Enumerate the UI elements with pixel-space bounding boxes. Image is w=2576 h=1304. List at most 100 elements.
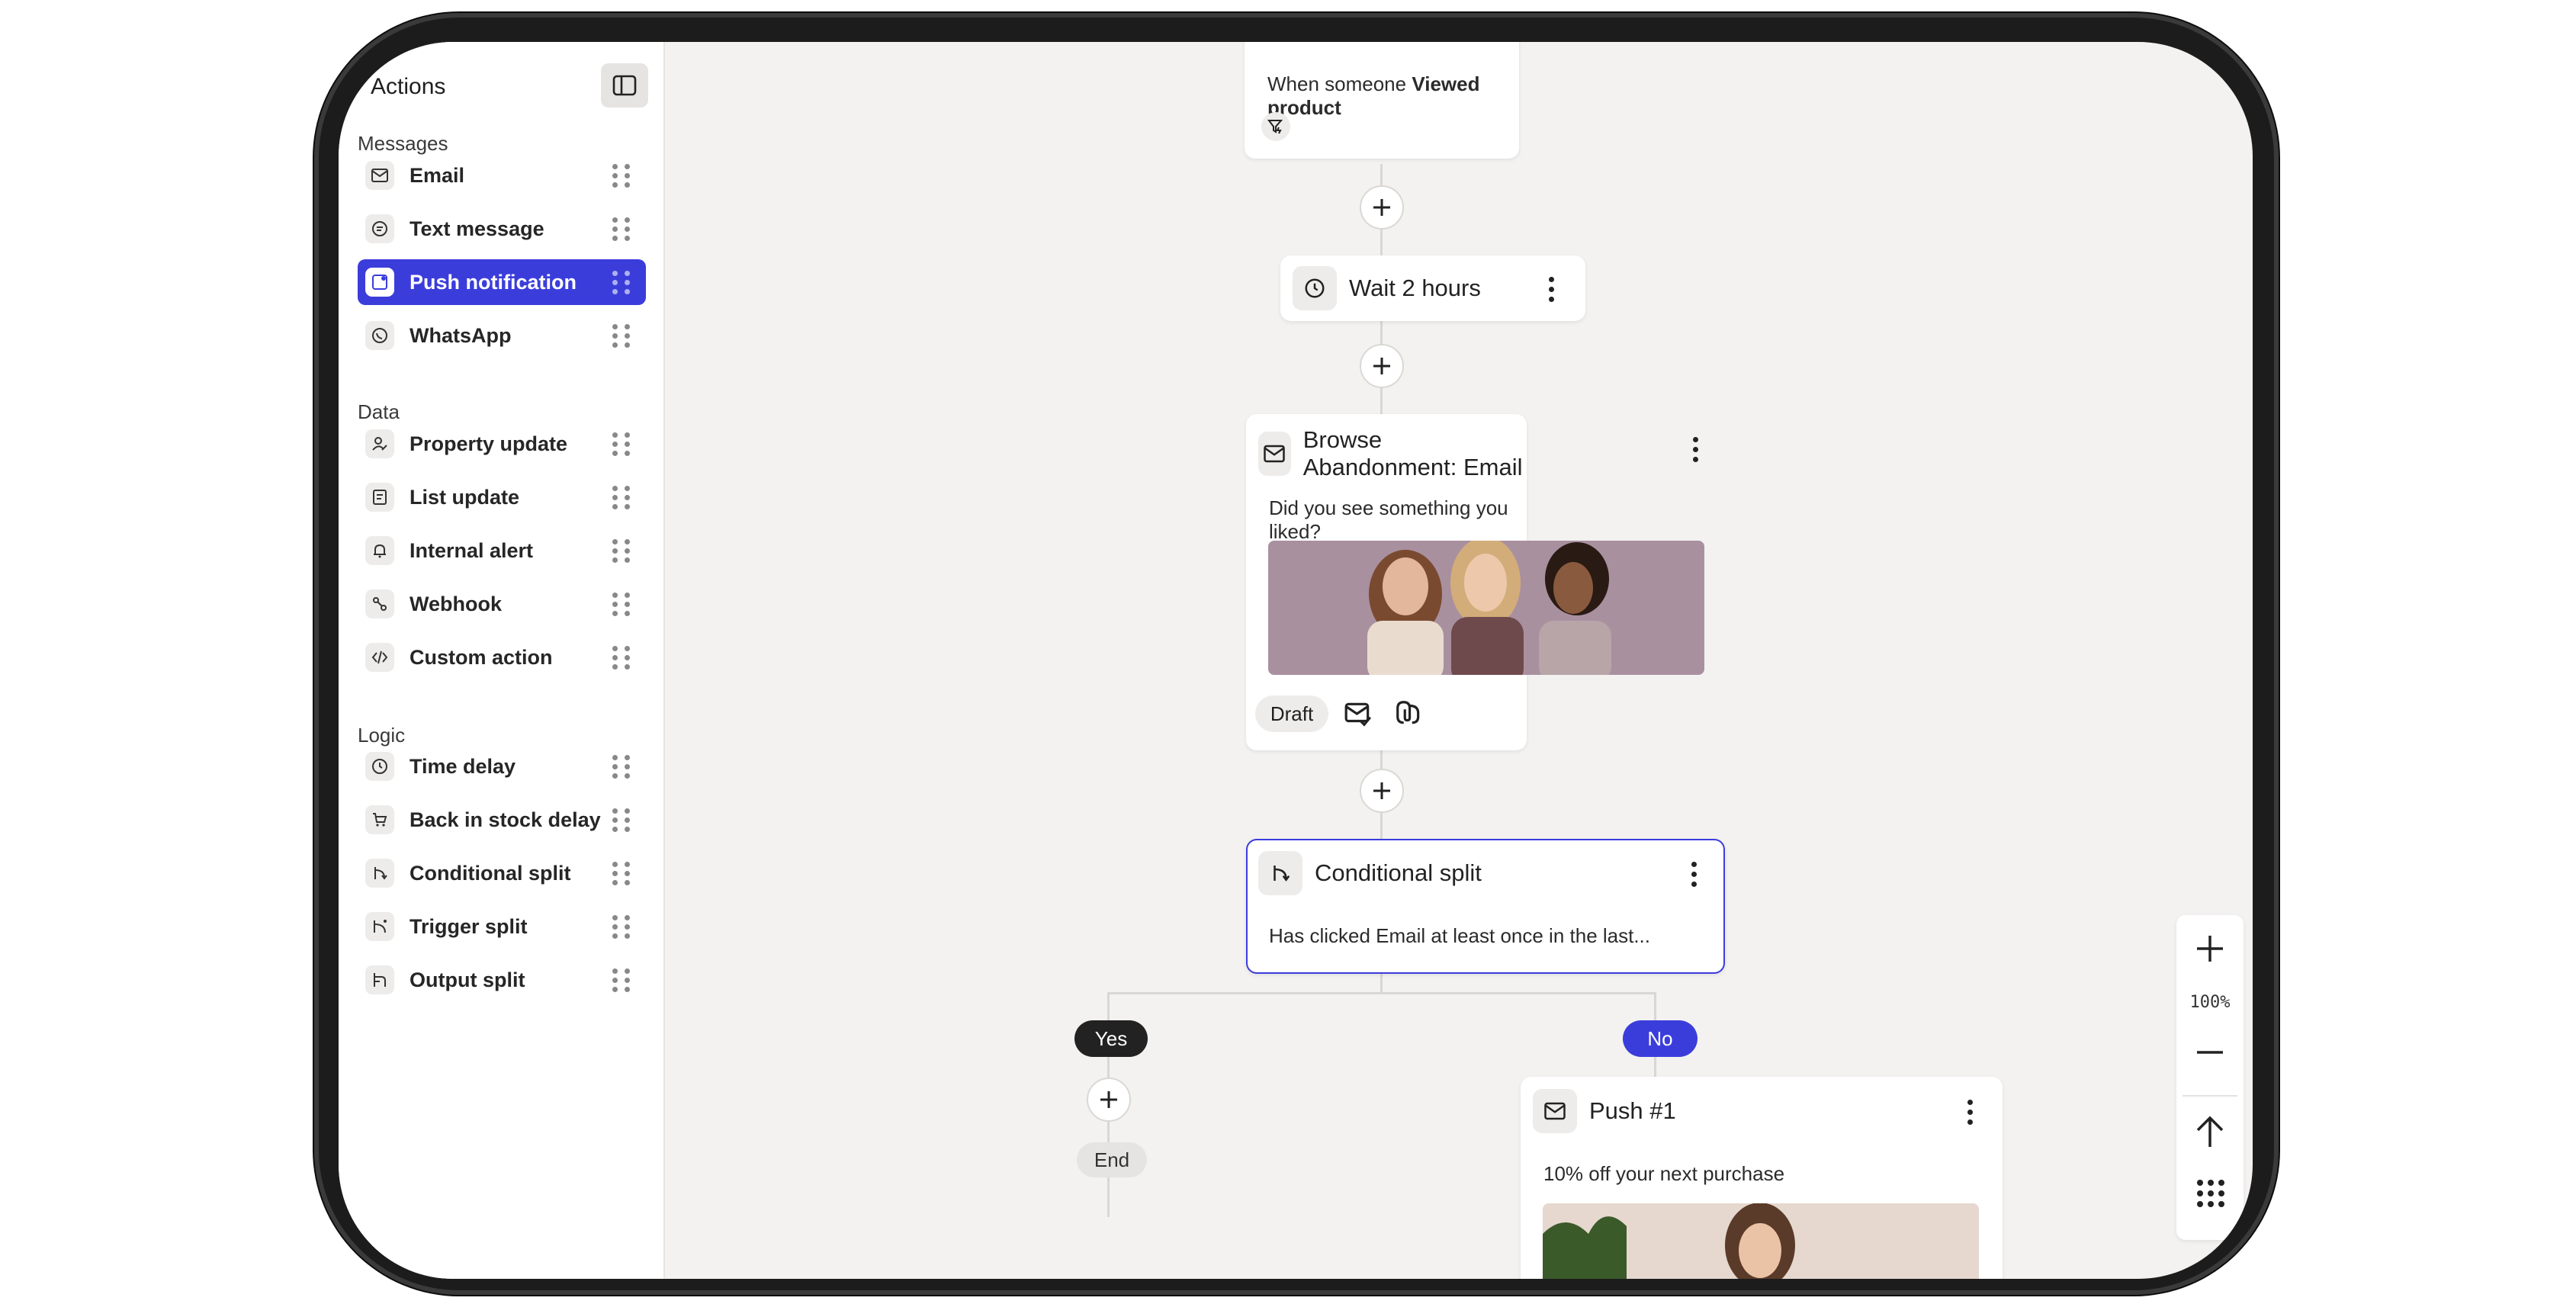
push-icon [365, 268, 394, 297]
minus-icon [2197, 1051, 2223, 1054]
sidebar-item-list-update[interactable]: List update [358, 474, 646, 520]
sidebar-item-label: Push notification [410, 270, 577, 294]
drag-handle-icon[interactable] [612, 431, 631, 457]
push-title: Push #1 [1589, 1097, 1676, 1124]
sidebar-item-custom-action[interactable]: Custom action [358, 634, 646, 680]
more-options-icon[interactable] [1690, 862, 1698, 887]
drag-handle-icon[interactable] [612, 323, 631, 348]
push-preview-text: 10% off your next purchase [1543, 1162, 1785, 1185]
attachment-icon[interactable] [1394, 699, 1423, 731]
drag-handle-icon[interactable] [612, 269, 631, 295]
clock-icon [1293, 266, 1337, 310]
plus-icon [1373, 782, 1390, 799]
zoom-controls: 100% [2176, 915, 2244, 1240]
bell-icon [365, 536, 394, 565]
drag-handle-icon[interactable] [612, 484, 631, 510]
chat-icon [365, 214, 394, 243]
code-icon [365, 643, 394, 672]
split-icon [365, 859, 394, 888]
fit-to-top-button[interactable] [2195, 1115, 2225, 1152]
drag-handle-icon[interactable] [612, 591, 631, 617]
sidebar-item-label: Custom action [410, 645, 553, 669]
add-step-button[interactable] [1360, 344, 1404, 388]
drag-handle-icon[interactable] [612, 644, 631, 670]
drag-handle-icon[interactable] [612, 914, 631, 939]
sidebar-item-whatsapp[interactable]: WhatsApp [358, 313, 646, 358]
output-split-icon [365, 965, 394, 994]
drag-handle-icon[interactable] [612, 860, 631, 886]
push-card[interactable]: Push #1 10% off your next purchase [1521, 1077, 2003, 1279]
drag-handle-icon[interactable] [612, 216, 631, 242]
webhook-icon [365, 589, 394, 618]
sidebar-item-label: Webhook [410, 592, 502, 615]
sidebar-item-text-message[interactable]: Text message [358, 206, 646, 252]
mail-icon [365, 161, 394, 190]
mail-icon [1533, 1089, 1577, 1133]
split-icon [1258, 851, 1302, 895]
split-condition-text: Has clicked Email at least once in the l… [1269, 924, 1651, 947]
trigger-card[interactable]: When someone Viewed product [1245, 42, 1519, 159]
filter-icon[interactable] [1261, 112, 1290, 141]
drag-handle-icon[interactable] [612, 807, 631, 833]
sidebar-item-time-delay[interactable]: Time delay [358, 744, 646, 789]
drag-handle-icon[interactable] [612, 162, 631, 188]
split-title: Conditional split [1315, 859, 1482, 886]
plus-icon [1100, 1091, 1117, 1108]
sidebar-title: Actions [371, 74, 446, 99]
sidebar-item-trigger-split[interactable]: Trigger split [358, 904, 646, 949]
conditional-split-card[interactable]: Conditional split Has clicked Email at l… [1246, 839, 1725, 974]
sidebar-item-conditional-split[interactable]: Conditional split [358, 850, 646, 896]
email-card[interactable]: Browse Abandonment: Email Did you see so… [1246, 414, 1704, 750]
sidebar-item-label: Output split [410, 968, 525, 991]
sidebar-item-label: Trigger split [410, 914, 528, 938]
divider [2183, 1095, 2237, 1097]
sidebar-item-webhook[interactable]: Webhook [358, 581, 646, 627]
trigger-split-icon [365, 912, 394, 941]
sidebar-toggle-button[interactable] [601, 63, 648, 108]
connector-line [1380, 971, 1383, 994]
more-options-icon[interactable] [1966, 1100, 1974, 1125]
mail-icon [1258, 432, 1291, 476]
plus-icon [1373, 358, 1390, 374]
draft-status-badge: Draft [1255, 695, 1328, 732]
zoom-level: 100% [2189, 993, 2231, 1012]
more-options-icon[interactable] [1691, 437, 1699, 462]
app-screen: Actions Messages Data Logic Email Text m… [339, 42, 2253, 1279]
sidebar-item-label: Time delay [410, 754, 516, 778]
add-step-button[interactable] [1087, 1078, 1131, 1122]
no-branch-label: No [1623, 1020, 1698, 1057]
drag-handle-icon[interactable] [612, 967, 631, 993]
flow-canvas[interactable]: When someone Viewed product Wait 2 hours [665, 42, 2253, 1279]
arrow-up-icon [2196, 1116, 2224, 1147]
minimap-button[interactable] [2196, 1179, 2225, 1212]
mail-check-icon[interactable] [1344, 700, 1373, 731]
sidebar-item-output-split[interactable]: Output split [358, 957, 646, 1003]
sidebar-item-label: WhatsApp [410, 323, 512, 347]
plus-icon [1373, 199, 1390, 216]
trigger-prefix: When someone [1267, 72, 1407, 95]
cart-icon [365, 805, 394, 834]
wait-card[interactable]: Wait 2 hours [1280, 255, 1585, 321]
drag-handle-icon[interactable] [612, 753, 631, 779]
sidebar-item-property-update[interactable]: Property update [358, 421, 646, 467]
sidebar-item-back-in-stock-delay[interactable]: Back in stock delay [358, 797, 646, 843]
end-node: End [1077, 1142, 1147, 1177]
sidebar-item-push-notification[interactable]: Push notification [358, 259, 646, 305]
connector-line [1107, 992, 1656, 994]
clock-icon [365, 752, 394, 781]
more-options-icon[interactable] [1547, 277, 1555, 302]
sidebar-item-label: List update [410, 485, 520, 509]
drag-handle-icon[interactable] [612, 538, 631, 564]
list-icon [365, 483, 394, 512]
sidebar-item-internal-alert[interactable]: Internal alert [358, 528, 646, 573]
grid-dots-icon [2197, 1180, 2224, 1207]
add-step-button[interactable] [1360, 769, 1404, 813]
sidebar-item-email[interactable]: Email [358, 153, 646, 198]
actions-sidebar: Actions Messages Data Logic Email Text m… [339, 42, 665, 1279]
add-step-button[interactable] [1360, 185, 1404, 230]
sidebar-item-label: Property update [410, 432, 568, 455]
zoom-out-button[interactable] [2195, 1045, 2225, 1064]
zoom-in-button[interactable] [2195, 933, 2225, 968]
sidebar-item-label: Text message [410, 217, 544, 240]
plus-icon [2197, 936, 2223, 962]
